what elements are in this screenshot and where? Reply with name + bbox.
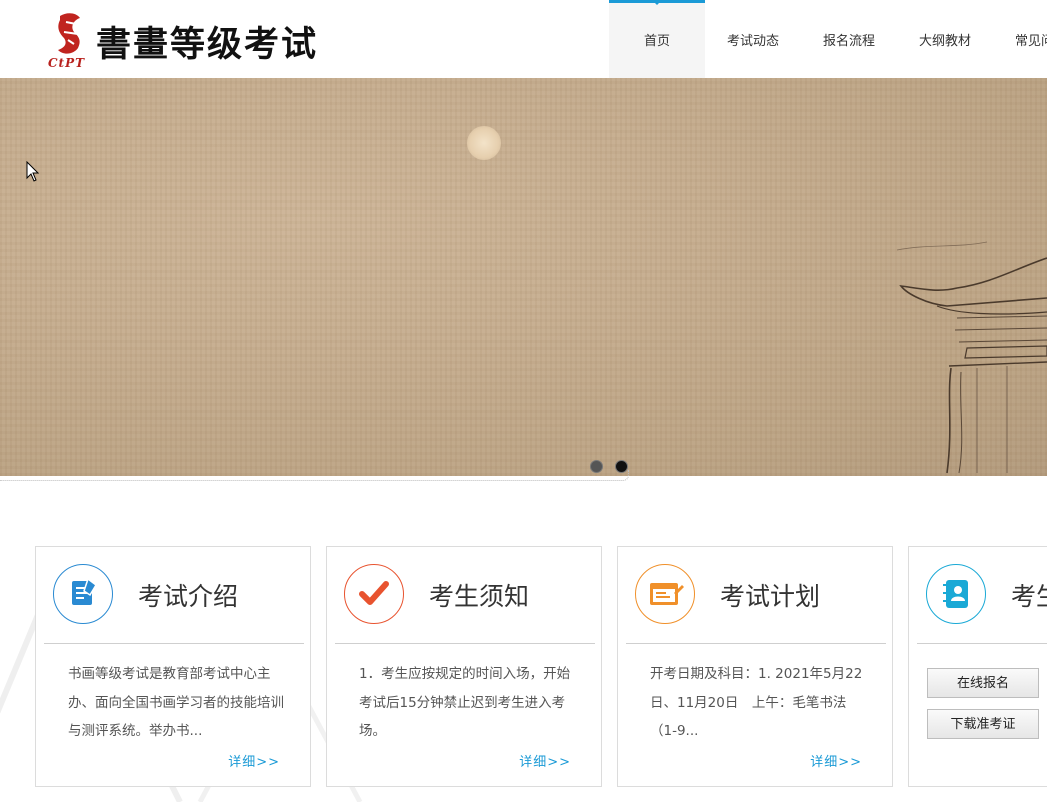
card-header: 考生须知: [335, 547, 595, 644]
card-exam-intro: 考试介绍 书画等级考试是教育部考试中心主办、面向全国书画学习者的技能培训与测评系…: [35, 546, 311, 787]
card-exam-plan: 考试计划 开考日期及科目：1. 2021年5月22日、11月20日 上午：毛笔书…: [617, 546, 893, 787]
pavilion-painting: [897, 241, 1047, 474]
calendar-edit-icon: [635, 564, 695, 624]
main-nav: 首页 考试动态 报名流程 大纲教材 常见问题: [609, 0, 1047, 78]
details-link[interactable]: 详细>>: [810, 751, 862, 770]
logo-title: 書畫等级考试: [96, 24, 319, 65]
details-link[interactable]: 详细>>: [519, 751, 571, 770]
card-summary: 书画等级考试是教育部考试中心主办、面向全国书画学习者的技能培训与测评系统。举办书…: [68, 666, 284, 739]
nav-item-syllabus[interactable]: 大纲教材: [897, 0, 993, 78]
calligraphy-seal-icon: [58, 13, 80, 54]
online-registration-button[interactable]: 在线报名: [927, 668, 1039, 698]
card-title: 考生服务: [1011, 582, 1047, 611]
card-title: 考试计划: [720, 582, 821, 611]
nav-item-registration[interactable]: 报名流程: [801, 0, 897, 78]
download-admission-ticket-button[interactable]: 下载准考证: [927, 709, 1039, 739]
card-candidate-service: 考生服务 在线报名 下载准考证: [908, 546, 1047, 787]
details-link[interactable]: 详细>>: [228, 751, 280, 770]
card-candidate-notice: 考生须知 1．考生应按规定的时间入场，开始考试后15分钟禁止迟到考生进入考场。 …: [326, 546, 602, 787]
card-header: 考生服务: [917, 547, 1047, 644]
silk-texture: [0, 78, 1047, 476]
card-header: 考试介绍: [44, 547, 304, 644]
nav-item-home[interactable]: 首页: [609, 0, 705, 78]
card-summary: 开考日期及科目：1. 2021年5月22日、11月20日 上午：毛笔书法（1-9…: [650, 666, 863, 739]
info-section: 考试介绍 书画等级考试是教育部考试中心主办、面向全国书画学习者的技能培训与测评系…: [0, 482, 1047, 806]
checkmark-icon: [344, 564, 404, 624]
nav-item-faq[interactable]: 常见问题: [993, 0, 1047, 78]
card-summary: 1．考生应按规定的时间入场，开始考试后15分钟禁止迟到考生进入考场。: [359, 666, 571, 739]
document-edit-icon: [53, 564, 113, 624]
card-title: 考生须知: [429, 582, 530, 611]
card-title: 考试介绍: [138, 582, 239, 611]
hero-banner[interactable]: [0, 78, 1047, 476]
banner-divider: [0, 470, 629, 481]
site-header: CtPT 書畫等级考试 首页 考试动态 报名流程 大纲教材 常见问题: [0, 0, 1047, 79]
logo-subtitle: CtPT: [48, 56, 86, 70]
card-header: 考试计划: [626, 547, 886, 644]
address-book-icon: [926, 564, 986, 624]
site-logo[interactable]: CtPT 書畫等级考试: [48, 8, 316, 74]
nav-item-exam-news[interactable]: 考试动态: [705, 0, 801, 78]
mouse-cursor-icon: [26, 161, 40, 182]
moon-painting: [467, 126, 501, 160]
